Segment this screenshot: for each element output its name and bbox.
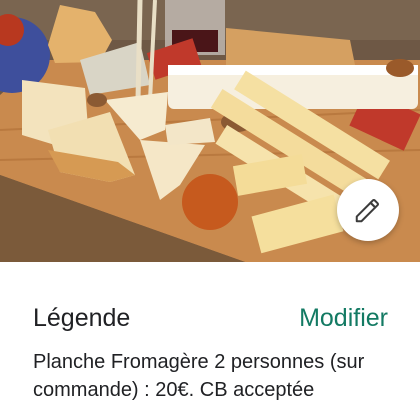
legend-panel: Légende Modifier Planche Fromagère 2 per…: [0, 262, 420, 420]
legend-header: Légende Modifier: [33, 304, 388, 333]
legend-caption: Planche Fromagère 2 personnes (sur comma…: [33, 351, 365, 401]
edit-photo-button[interactable]: [337, 179, 399, 241]
legend-label: Légende: [33, 304, 131, 332]
modify-link[interactable]: Modifier: [299, 304, 388, 333]
pencil-icon: [355, 199, 379, 223]
cheese-board-photo: [0, 0, 420, 262]
